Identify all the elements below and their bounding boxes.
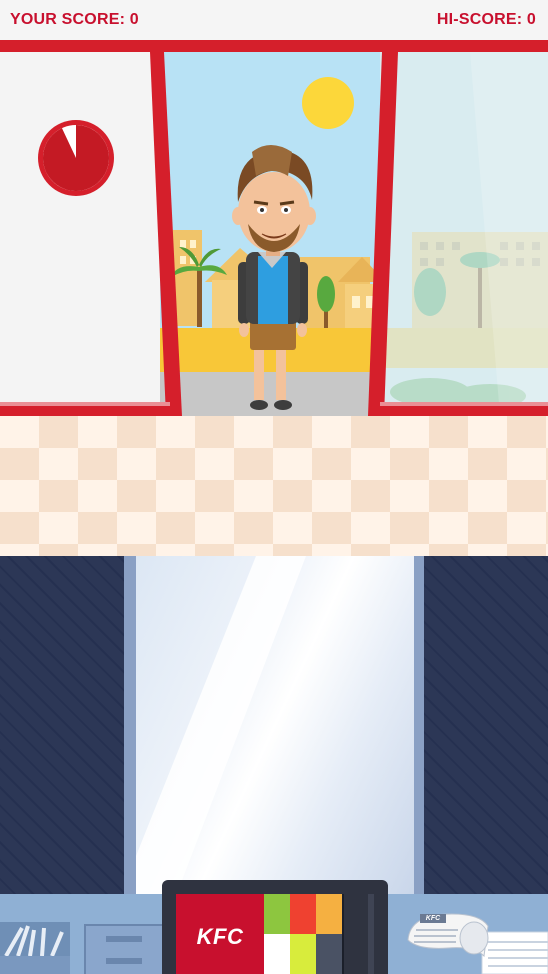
right-striped-wall (424, 556, 548, 896)
hiscore-display: HI-SCORE: 0 (436, 11, 536, 28)
timer-remaining (42, 125, 110, 191)
storefront-svg (0, 52, 548, 416)
register-key-dark[interactable] (316, 934, 342, 974)
register-key-green[interactable] (264, 894, 290, 934)
score-display: YOUR SCORE: 0 (10, 11, 139, 28)
timer-icon (36, 118, 116, 198)
checkered-floor (0, 416, 548, 556)
receipt-brand-label: KFC (425, 915, 441, 922)
register-side-strip (368, 894, 374, 974)
straw-holder (0, 922, 70, 974)
counter-view: KFC KFC (0, 556, 548, 974)
register-brand-label: KFC (196, 924, 244, 949)
counter-drawer (84, 924, 164, 974)
hud-bar: YOUR SCORE: 0 HI-SCORE: 0 (0, 0, 548, 40)
register-key-orange[interactable] (316, 894, 342, 934)
receipt-printer: KFC (400, 910, 548, 974)
register-key-red[interactable] (290, 894, 316, 934)
left-striped-wall (0, 556, 124, 896)
storefront-top-frame (0, 40, 548, 52)
sun-icon (302, 77, 354, 129)
register-key-yellow[interactable] (290, 934, 316, 974)
storefront-scene (0, 52, 548, 416)
register-key-white[interactable] (264, 934, 290, 974)
register-buttons[interactable] (264, 894, 344, 974)
service-window-glass (136, 556, 414, 896)
left-wall-panel (0, 52, 160, 416)
street (160, 372, 390, 416)
